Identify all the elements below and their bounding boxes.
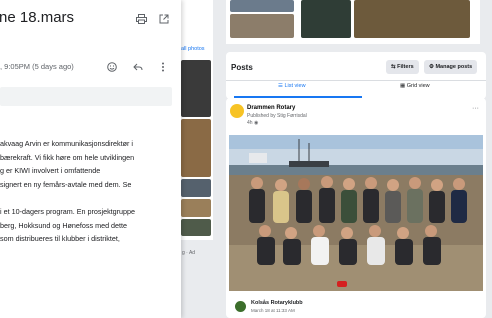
filters-label: Filters	[397, 64, 414, 70]
posts-title: Posts	[231, 63, 253, 72]
post-author[interactable]: Drammen Rotary	[247, 105, 295, 111]
photo-thumb[interactable]	[301, 0, 351, 38]
post-photo[interactable]	[229, 135, 483, 291]
avatar[interactable]	[235, 301, 246, 312]
posts-header: Posts ⇆ Filters ⚙ Manage posts ☰ List vi…	[226, 52, 486, 99]
see-all-photos-link[interactable]: all photos	[181, 46, 205, 52]
photo-thumb[interactable]	[181, 199, 211, 217]
tab-list-label: List view	[284, 83, 306, 89]
sidebar-footer-text: g · Ad	[182, 250, 196, 256]
photo-thumb[interactable]	[230, 0, 294, 12]
open-in-new-window-icon[interactable]	[159, 14, 169, 27]
photo-thumb[interactable]	[354, 0, 470, 38]
post-time: 4h	[247, 120, 253, 126]
email-view: ne 18.mars , 9:05PM (5 days ago) akvaag …	[0, 0, 181, 318]
emoji-react-icon[interactable]	[107, 62, 117, 75]
avatar[interactable]	[230, 104, 244, 118]
email-timestamp: , 9:05PM (5 days ago)	[0, 62, 74, 71]
divider	[226, 80, 486, 81]
photo-thumb[interactable]	[181, 219, 211, 236]
scroll-gutter	[486, 0, 492, 318]
group-photo-image	[229, 135, 483, 291]
photo-thumb[interactable]	[181, 179, 211, 197]
tab-grid-label: Grid view	[406, 83, 430, 89]
email-header-bar	[0, 87, 172, 106]
body-line: signert en ny femårs-avtale med dem. Se	[0, 179, 132, 189]
tab-list-view[interactable]: ☰ List view	[278, 83, 306, 89]
globe-icon: ◉	[253, 120, 259, 126]
photo-thumb[interactable]	[230, 14, 294, 38]
post-publisher[interactable]: Published by Stig Førrisdal	[247, 113, 307, 119]
photo-thumb[interactable]	[181, 60, 211, 117]
body-line: bærekraft. Vi fikk høre om hele utviklin…	[0, 152, 135, 162]
photo-thumb[interactable]	[181, 119, 211, 177]
print-icon[interactable]	[136, 14, 147, 27]
more-options-icon[interactable]	[161, 62, 165, 75]
post-timestamp[interactable]: 4h ◉	[247, 120, 258, 126]
photos-card: all photos	[181, 0, 213, 240]
email-body: akvaag Arvin er kommunikasjonsdirektør i…	[0, 137, 181, 246]
body-line: berg, Hokksund og Hønefoss med dette	[0, 220, 128, 230]
next-post-author[interactable]: Kolsås Rotaryklubb	[251, 300, 303, 306]
more-options-icon[interactable]: ···	[472, 105, 479, 112]
tab-grid-view[interactable]: ▦ Grid view	[400, 83, 430, 89]
reply-icon[interactable]	[133, 62, 143, 75]
body-line: i et 10-dagers program. En prosjektgrupp…	[0, 207, 136, 216]
filters-button[interactable]: ⇆ Filters	[386, 60, 419, 74]
manage-posts-label: Manage posts	[435, 64, 473, 70]
email-subject: ne 18.mars	[0, 9, 75, 26]
manage-posts-button[interactable]: ⚙ Manage posts	[424, 60, 478, 74]
photo-strip	[226, 0, 480, 44]
next-post-timestamp[interactable]: March 18 at 11:33 AM	[251, 308, 295, 313]
grid-icon: ▦	[400, 83, 407, 89]
body-line: som distribueres til klubber i distrikte…	[0, 234, 120, 243]
post: Drammen Rotary Published by Stig Førrisd…	[226, 98, 486, 318]
body-line: g er KIWI involvert i omfattende	[0, 166, 101, 175]
body-line: akvaag Arvin er kommunikasjonsdirektør i	[0, 139, 134, 148]
